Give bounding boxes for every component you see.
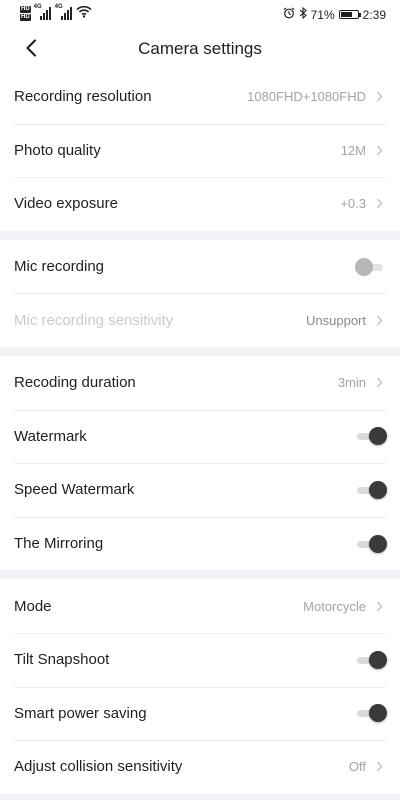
setting-label: Mode — [14, 597, 52, 615]
hd-badge: HD — [20, 5, 31, 13]
signal-tag: 4G — [54, 4, 63, 10]
setting-value: 1080FHD+1080FHD — [247, 89, 366, 105]
setting-row-mic-sensitivity[interactable]: Mic recording sensitivity Unsupport — [0, 293, 400, 347]
setting-row-speed-watermark: Speed Watermark — [0, 463, 400, 517]
alarm-icon — [283, 7, 295, 22]
setting-value: 3min — [337, 375, 366, 391]
setting-value: Unsupport — [306, 312, 366, 328]
setting-label: The Mirroring — [14, 535, 104, 553]
settings-group-video: Recording resolution 1080FHD+1080FHD Pho… — [0, 70, 400, 231]
settings-group-audio: Mic recording Mic recording sensitivity … — [0, 239, 400, 347]
signal-tag: 4G — [33, 4, 42, 10]
mic-recording-toggle[interactable] — [355, 257, 387, 276]
setting-row-mic-recording: Mic recording — [0, 240, 400, 294]
hd-badges: HD HD — [20, 5, 31, 21]
setting-label: Photo quality — [14, 141, 101, 159]
setting-value: Off — [348, 759, 366, 775]
toggle-knob — [369, 650, 387, 669]
chevron-right-icon — [374, 376, 384, 390]
signal-icon: 4G — [33, 4, 52, 20]
toggle-knob — [369, 534, 387, 553]
battery-icon — [338, 10, 361, 19]
status-bar: HD HD 4G 4G 71% 2:39 — [0, 0, 400, 30]
page-title: Camera settings — [138, 39, 262, 58]
group-divider — [0, 570, 400, 580]
setting-row-mirroring: The Mirroring — [0, 516, 400, 571]
chevron-right-icon — [374, 143, 384, 157]
setting-label: Video exposure — [14, 195, 118, 213]
settings-group-recording: Recoding duration 3min Watermark Speed W… — [0, 355, 400, 571]
settings-list: Recording resolution 1080FHD+1080FHD Pho… — [0, 70, 400, 794]
setting-row-photo-quality[interactable]: Photo quality 12M — [0, 123, 400, 178]
toggle-knob — [355, 257, 373, 276]
hd-badge: HD — [20, 13, 31, 21]
setting-label: Mic recording sensitivity — [14, 311, 174, 329]
settings-group-misc: Mode Motorcycle Tilt Snapshoot Smart pow… — [0, 579, 400, 794]
setting-row-tilt-snapshoot: Tilt Snapshoot — [0, 632, 400, 687]
setting-label: Tilt Snapshoot — [14, 651, 110, 669]
setting-value: Motorcycle — [303, 598, 366, 614]
status-right: 71% 2:39 — [283, 6, 386, 22]
setting-row-collision-sensitivity[interactable]: Adjust collision sensitivity Off — [0, 740, 400, 794]
group-divider — [0, 230, 400, 240]
bluetooth-icon — [299, 6, 307, 22]
setting-label: Recoding duration — [14, 374, 136, 392]
setting-label: Mic recording — [14, 258, 105, 276]
battery-fill — [340, 12, 352, 17]
setting-row-mode[interactable]: Mode Motorcycle — [0, 579, 400, 633]
setting-row-watermark: Watermark — [0, 409, 400, 464]
chevron-right-icon — [374, 197, 384, 211]
clock-time: 2:39 — [362, 7, 386, 22]
tilt-snapshoot-toggle[interactable] — [355, 650, 387, 669]
chevron-right-icon — [374, 599, 384, 613]
setting-row-smart-power-saving: Smart power saving — [0, 686, 400, 741]
battery-percent: 71% — [310, 7, 335, 22]
setting-row-recording-resolution[interactable]: Recording resolution 1080FHD+1080FHD — [0, 70, 400, 124]
toggle-knob — [369, 704, 387, 723]
wifi-icon — [76, 5, 92, 21]
toggle-knob — [369, 427, 387, 446]
speed-watermark-toggle[interactable] — [355, 480, 387, 499]
setting-label: Recording resolution — [14, 88, 152, 106]
watermark-toggle[interactable] — [355, 427, 387, 446]
signal-icon: 4G — [54, 4, 73, 20]
mirroring-toggle[interactable] — [355, 534, 387, 553]
setting-label: Watermark — [14, 427, 87, 445]
setting-row-video-exposure[interactable]: Video exposure +0.3 — [0, 177, 400, 231]
setting-row-recording-duration[interactable]: Recoding duration 3min — [0, 356, 400, 410]
setting-value: +0.3 — [340, 196, 366, 212]
smart-power-saving-toggle[interactable] — [355, 704, 387, 723]
setting-label: Adjust collision sensitivity — [14, 758, 183, 776]
chevron-right-icon — [374, 90, 384, 104]
nav-bar: Camera settings — [0, 30, 400, 70]
setting-label: Speed Watermark — [14, 481, 135, 499]
toggle-knob — [369, 480, 387, 499]
chevron-right-icon — [374, 760, 384, 774]
chevron-right-icon — [374, 313, 384, 327]
setting-value: 12M — [340, 142, 366, 158]
group-divider — [0, 346, 400, 356]
setting-label: Smart power saving — [14, 704, 147, 722]
status-left: HD HD 4G 4G — [20, 4, 92, 21]
